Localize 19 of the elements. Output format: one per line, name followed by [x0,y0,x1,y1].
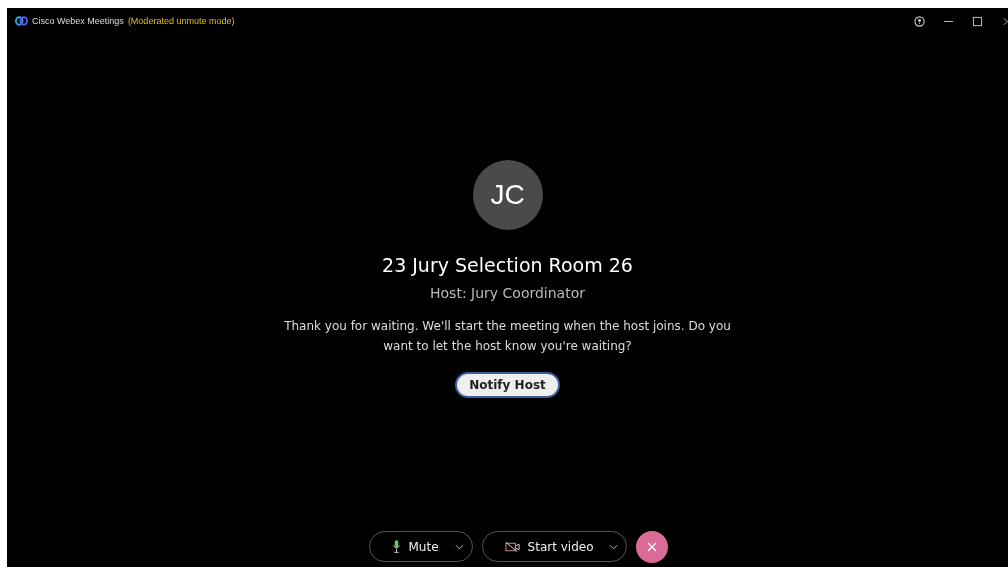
mute-button[interactable]: Mute [368,531,473,562]
window-title: Cisco Webex Meetings [32,16,124,26]
host-name: Host: Jury Coordinator [430,285,585,301]
close-icon [647,542,658,552]
camera-off-icon [504,540,520,553]
help-icon[interactable] [914,15,925,27]
leave-button[interactable] [636,531,669,563]
meeting-title: 23 Jury Selection Room 26 [382,254,633,276]
app-logo-icon [15,16,28,26]
chevron-down-icon[interactable] [609,543,619,550]
waiting-message: Thank you for waiting. We'll start the meeting when the host joins. Do you want to let the host know you're waiting? [283,318,732,355]
chevron-down-icon[interactable] [454,543,464,550]
notify-host-button[interactable]: Notify Host [455,372,560,398]
close-icon[interactable] [1003,15,1008,27]
mode-label: (Moderated unmute mode) [127,16,235,26]
start-video-button[interactable]: Start video [481,531,628,562]
avatar: JC [472,160,543,230]
microphone-icon [391,539,401,554]
maximize-icon[interactable] [972,15,983,27]
